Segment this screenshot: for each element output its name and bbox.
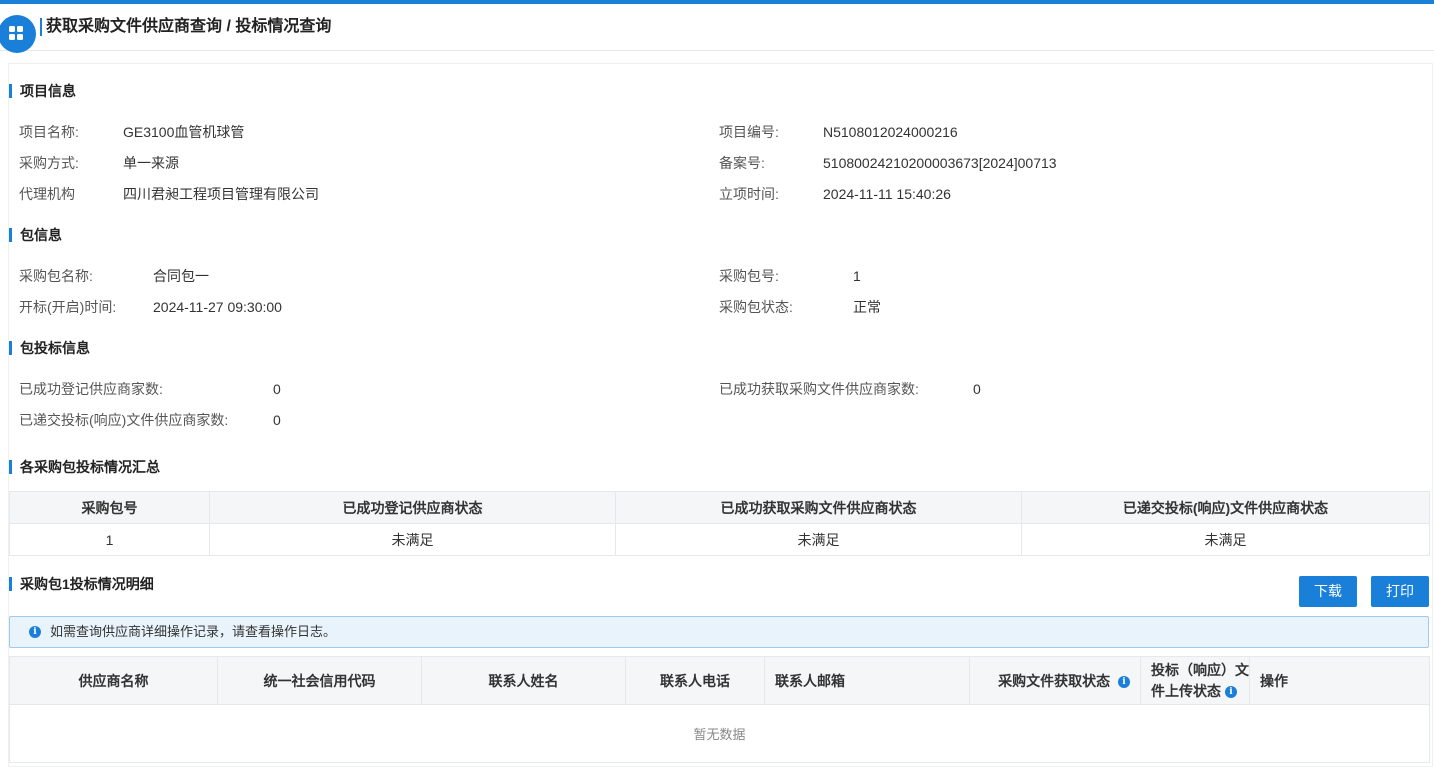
col-contact-name[interactable]: 联系人姓名 — [421, 656, 626, 705]
notice-text: 如需查询供应商详细操作记录，请查看操作日志。 — [50, 624, 337, 639]
upload-status-info-icon[interactable]: i — [1225, 685, 1237, 698]
file-status-info-icon[interactable]: i — [1118, 675, 1130, 688]
summary-cell-registered: 未满足 — [209, 523, 616, 556]
download-button[interactable]: 下载 — [1299, 576, 1357, 607]
project-no-value: N5108012024000216 — [823, 124, 958, 140]
col-contact-email[interactable]: 联系人邮箱 — [764, 656, 970, 705]
registered-count-value: 0 — [273, 381, 281, 397]
pkg-no-label: 采购包号: — [719, 268, 779, 284]
summary-col-registered: 已成功登记供应商状态 — [209, 491, 616, 524]
summary-cell-pkg-no: 1 — [9, 523, 210, 556]
col-action: 操作 — [1249, 656, 1430, 705]
col-credit-code[interactable]: 统一社会信用代码 — [217, 656, 422, 705]
summary-col-pkg-no: 采购包号 — [9, 491, 210, 524]
pkg-name-label: 采购包名称: — [19, 268, 93, 284]
col-supplier-name[interactable]: 供应商名称 — [9, 656, 218, 705]
pkg-status-value: 正常 — [853, 299, 881, 315]
setup-time-label: 立项时间: — [719, 186, 779, 202]
pkg-status-label: 采购包状态: — [719, 299, 793, 315]
empty-text: 暂无数据 — [9, 704, 1430, 763]
submitted-count-value: 0 — [273, 412, 281, 428]
print-button[interactable]: 打印 — [1371, 576, 1429, 607]
record-no-value: 51080024210200003673[2024]00713 — [823, 155, 1057, 171]
col-contact-phone[interactable]: 联系人电话 — [625, 656, 765, 705]
section-title-detail: 采购包1投标情况明细 — [9, 575, 154, 593]
summary-cell-submitted: 未满足 — [1021, 523, 1430, 556]
open-time-label: 开标(开启)时间: — [19, 299, 117, 315]
record-no-label: 备案号: — [719, 155, 765, 171]
col-file-status-label: 采购文件获取状态 — [998, 672, 1111, 689]
grid-icon[interactable] — [0, 15, 36, 53]
open-time-value: 2024-11-27 09:30:00 — [153, 299, 282, 315]
setup-time-value: 2024-11-11 15:40:26 — [823, 186, 951, 202]
agency-label: 代理机构 — [19, 186, 75, 202]
obtained-count-value: 0 — [973, 381, 981, 397]
pkg-no-value: 1 — [853, 268, 861, 284]
project-name-value: GE3100血管机球管 — [123, 124, 245, 140]
summary-cell-obtained: 未满足 — [615, 523, 1022, 556]
col-upload-status-line2: 件上传状态 — [1151, 682, 1221, 699]
page-header: 获取采购文件供应商查询 / 投标情况查询 — [0, 4, 1434, 53]
detail-header-row: 供应商名称 统一社会信用代码 联系人姓名 联系人电话 联系人邮箱 采购文件获取状… — [9, 656, 1430, 705]
project-no-label: 项目编号: — [719, 124, 779, 140]
submitted-count-label: 已递交投标(响应)文件供应商家数: — [19, 412, 229, 428]
col-upload-status-line1: 投标（响应）文 — [1151, 661, 1249, 678]
registered-count-label: 已成功登记供应商家数: — [19, 381, 163, 397]
col-file-status[interactable]: 采购文件获取状态 i — [969, 656, 1141, 705]
title-marker — [40, 18, 42, 36]
method-label: 采购方式: — [19, 155, 79, 171]
section-title-summary: 各采购包投标情况汇总 — [9, 458, 160, 476]
summary-table: 采购包号 已成功登记供应商状态 已成功获取采购文件供应商状态 已递交投标(响应)… — [9, 491, 1430, 556]
section-title-project: 项目信息 — [9, 82, 76, 100]
section-title-package: 包信息 — [9, 226, 62, 244]
pkg-name-value: 合同包一 — [153, 268, 209, 284]
page-title: 获取采购文件供应商查询 / 投标情况查询 — [46, 18, 332, 35]
empty-row: 暂无数据 — [9, 704, 1430, 763]
table-row: 1 未满足 未满足 未满足 — [9, 523, 1430, 556]
detail-table: 供应商名称 统一社会信用代码 联系人姓名 联系人电话 联系人邮箱 采购文件获取状… — [9, 656, 1430, 763]
notice-banner: i 如需查询供应商详细操作记录，请查看操作日志。 — [9, 616, 1429, 648]
obtained-count-label: 已成功获取采购文件供应商家数: — [719, 381, 919, 397]
method-value: 单一来源 — [123, 155, 179, 171]
agency-value: 四川君昶工程项目管理有限公司 — [123, 186, 319, 202]
summary-col-submitted: 已递交投标(响应)文件供应商状态 — [1021, 491, 1430, 524]
summary-col-obtained: 已成功获取采购文件供应商状态 — [615, 491, 1022, 524]
summary-header-row: 采购包号 已成功登记供应商状态 已成功获取采购文件供应商状态 已递交投标(响应)… — [9, 491, 1430, 524]
info-icon: i — [29, 626, 41, 638]
project-name-label: 项目名称: — [19, 124, 79, 140]
section-title-bid: 包投标信息 — [9, 339, 90, 357]
col-upload-status[interactable]: 投标（响应）文 件上传状态 i — [1140, 656, 1250, 705]
